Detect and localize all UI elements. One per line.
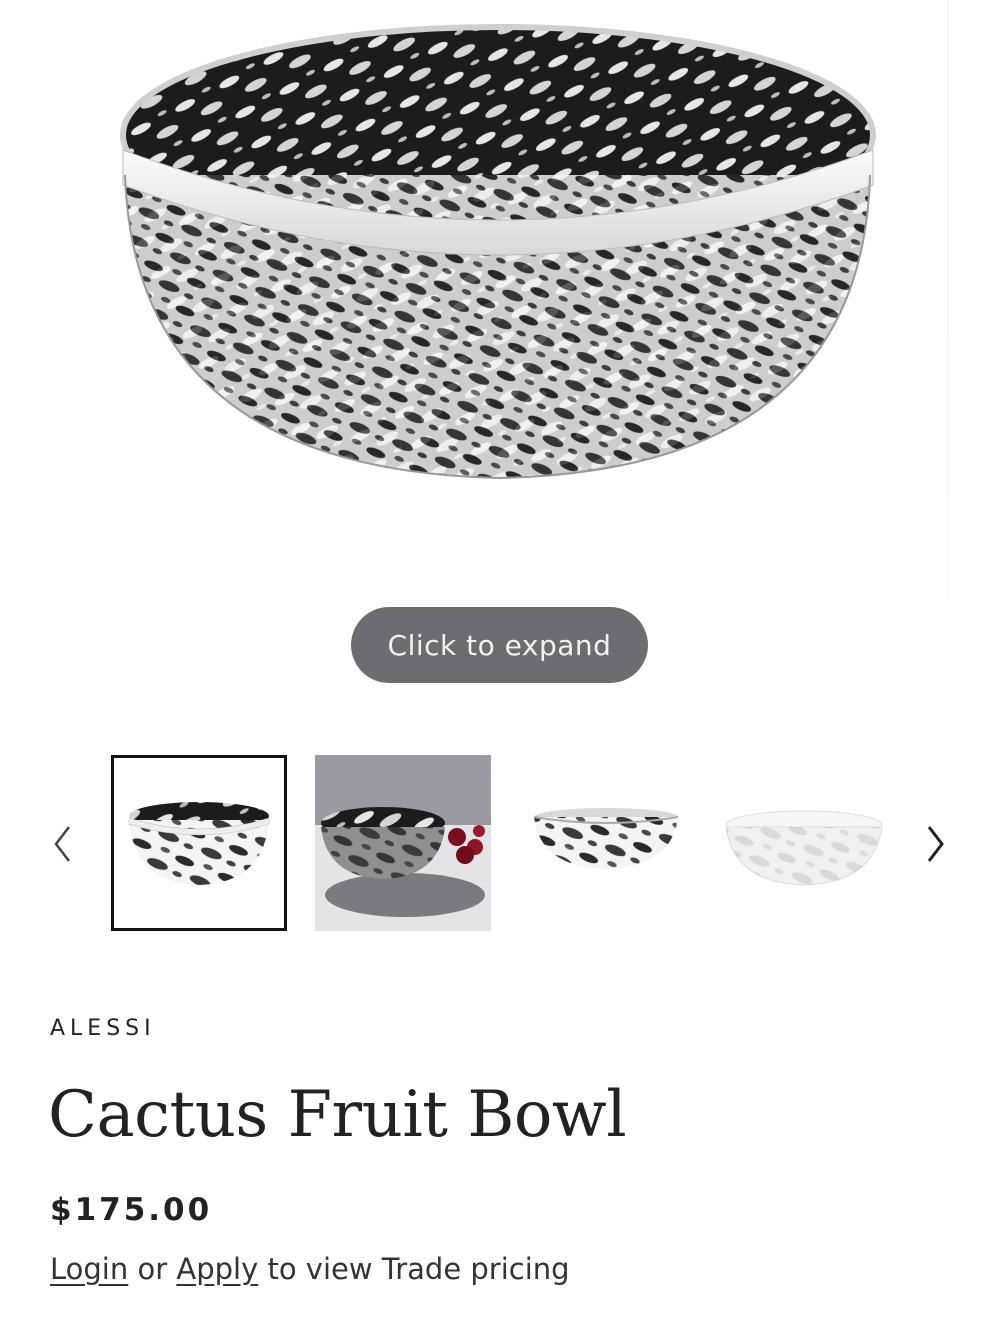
page-edge-divider xyxy=(947,0,949,600)
product-title: Cactus Fruit Bowl xyxy=(48,1078,627,1152)
apply-link[interactable]: Apply xyxy=(176,1252,258,1286)
chevron-left-icon xyxy=(54,826,70,862)
expand-button-label: Click to expand xyxy=(387,628,612,662)
thumbnail-2[interactable] xyxy=(315,755,491,931)
thumbnail-carousel xyxy=(0,740,1000,940)
product-main-image[interactable] xyxy=(0,0,947,600)
trade-pricing-note: Login or Apply to view Trade pricing xyxy=(50,1252,570,1286)
login-link[interactable]: Login xyxy=(50,1252,128,1286)
thumbnail-1[interactable] xyxy=(111,755,287,931)
product-brand[interactable]: ALESSI xyxy=(50,1016,156,1041)
product-price: $175.00 xyxy=(50,1192,213,1228)
trade-or-text: or xyxy=(137,1252,168,1286)
carousel-prev-button[interactable] xyxy=(44,820,80,868)
trade-suffix-text: to view Trade pricing xyxy=(267,1252,570,1286)
thumbnail-4[interactable] xyxy=(716,755,892,931)
carousel-next-button[interactable] xyxy=(918,820,954,868)
expand-image-button[interactable]: Click to expand xyxy=(351,607,648,683)
thumbnail-3[interactable] xyxy=(518,755,694,931)
chevron-right-icon xyxy=(927,826,944,862)
